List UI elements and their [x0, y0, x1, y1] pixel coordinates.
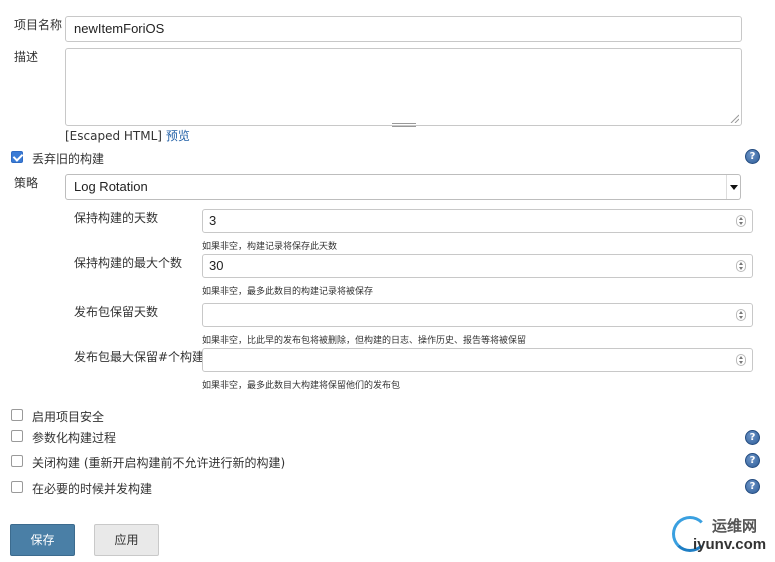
keep-days-input[interactable]: 3 [202, 209, 753, 233]
spinner-icon[interactable] [736, 260, 746, 272]
spinner-icon[interactable] [736, 215, 746, 227]
artifact-max-input[interactable] [202, 348, 753, 372]
field-label: 保持构建的天数 [74, 211, 159, 225]
spinner-icon[interactable] [736, 309, 746, 321]
field-label: 发布包最大保留#个构建 [74, 350, 205, 364]
chevron-down-icon [726, 175, 740, 199]
option-label: 参数化构建过程 [32, 431, 117, 445]
concurrent-build-checkbox[interactable] [11, 481, 23, 493]
project-name-label: 项目名称 [14, 18, 63, 32]
field-value: 30 [209, 258, 224, 273]
option-label: 在必要的时候并发构建 [32, 482, 153, 496]
help-icon[interactable]: ? [745, 479, 760, 494]
parameterized-checkbox[interactable] [11, 430, 23, 442]
spinner-icon[interactable] [736, 354, 746, 366]
escaped-html-text: [Escaped HTML] [65, 129, 162, 143]
strategy-selected: Log Rotation [74, 179, 148, 194]
discard-old-label: 丢弃旧的构建 [32, 152, 105, 166]
watermark-cn: 运维网 [712, 517, 758, 535]
apply-button[interactable]: 应用 [94, 524, 159, 556]
disable-build-checkbox[interactable] [11, 455, 23, 467]
description-label: 描述 [14, 50, 39, 64]
field-hint: 如果非空，最多此数目的构建记录将被保存 [202, 287, 374, 297]
field-value: 3 [209, 213, 217, 228]
help-icon[interactable]: ? [745, 453, 760, 468]
field-label: 保持构建的最大个数 [74, 256, 183, 270]
strategy-label: 策略 [14, 176, 39, 190]
field-hint: 如果非空，比此早的发布包将被删除，但构建的日志、操作历史、报告等将被保留 [202, 336, 527, 346]
preview-link[interactable]: 预览 [166, 129, 190, 143]
field-hint: 如果非空，最多此数目大构建将保留他们的发布包 [202, 381, 401, 391]
help-icon[interactable]: ? [745, 430, 760, 445]
watermark-en: iyunv.com [693, 536, 767, 553]
save-button[interactable]: 保存 [10, 524, 75, 556]
strategy-select[interactable]: Log Rotation [65, 174, 741, 200]
keep-max-input[interactable]: 30 [202, 254, 753, 278]
option-label: 关闭构建 (重新开启构建前不允许进行新的构建) [32, 456, 286, 470]
description-textarea[interactable] [65, 48, 742, 127]
enable-security-checkbox[interactable] [11, 409, 23, 421]
resize-handle-icon[interactable] [729, 113, 739, 123]
help-icon[interactable]: ? [745, 149, 760, 164]
discard-old-checkbox[interactable] [11, 151, 23, 163]
escaped-html-row: [Escaped HTML] 预览 [65, 127, 190, 144]
field-hint: 如果非空，构建记录将保存此天数 [202, 242, 338, 252]
option-label: 启用项目安全 [32, 410, 105, 424]
artifact-days-input[interactable] [202, 303, 753, 327]
project-name-input[interactable]: newItemForiOS [65, 16, 742, 42]
field-label: 发布包保留天数 [74, 305, 159, 319]
textarea-grip[interactable] [391, 123, 416, 127]
